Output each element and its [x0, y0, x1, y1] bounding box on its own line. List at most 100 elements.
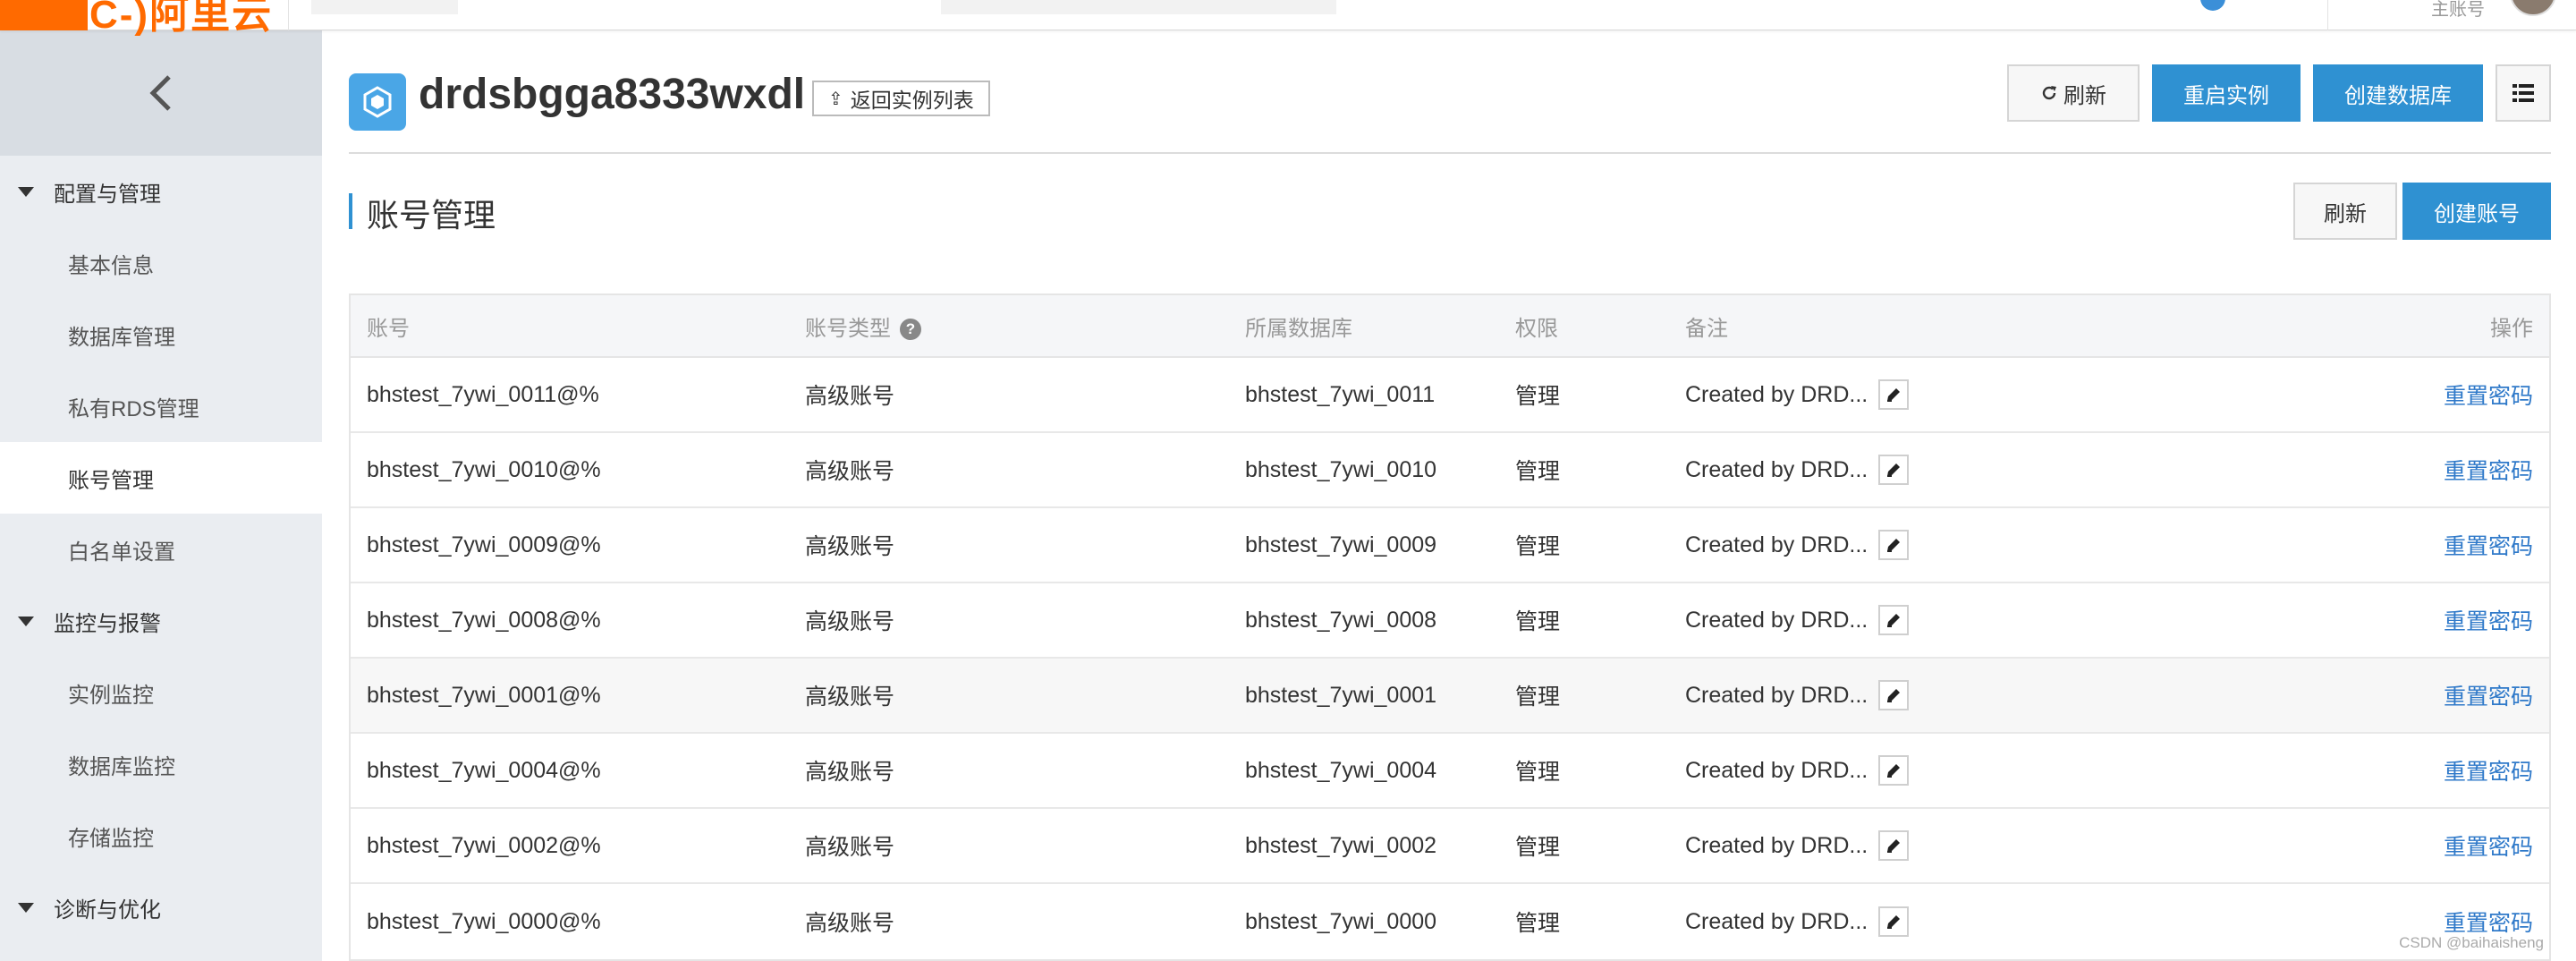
reset-password-link[interactable]: 重置密码 — [2444, 454, 2533, 486]
database-cell: bhstest_7ywi_0002 — [1245, 832, 1437, 858]
drds-instance-icon — [349, 73, 406, 131]
sidebar-item-database-monitor[interactable]: 数据库监控 — [0, 728, 322, 800]
edit-note-button[interactable] — [1878, 906, 1910, 937]
restart-instance-button[interactable]: 重启实例 — [2152, 64, 2301, 122]
account-type-cell: 高级账号 — [805, 384, 895, 409]
section-title: 账号管理 — [367, 197, 496, 234]
note-cell: Created by DRD... — [1685, 530, 1910, 560]
sidebar-group-label: 监控与报警 — [54, 611, 161, 636]
edit-note-button[interactable] — [1878, 379, 1910, 410]
column-header-account: 账号 — [367, 316, 410, 341]
reset-password-link[interactable]: 重置密码 — [2444, 754, 2533, 787]
permission-cell: 管理 — [1515, 911, 1561, 936]
topbar-menu-field[interactable] — [311, 0, 458, 14]
table-header: 账号 账号类型? 所属数据库 权限 备注 操作 — [351, 295, 2549, 358]
account-type-label: 主账号 — [2431, 0, 2485, 20]
table-row: bhstest_7ywi_0000@% 高级账号 bhstest_7ywi_0000… — [351, 884, 2549, 959]
note-text: Created by DRD... — [1685, 532, 1868, 557]
database-cell: bhstest_7ywi_0008 — [1245, 607, 1437, 633]
sidebar-item-whitelist[interactable]: 白名单设置 — [0, 514, 322, 585]
account-type-cell: 高级账号 — [805, 835, 895, 860]
topbar-divider — [2327, 0, 2328, 30]
sidebar-item-basic-info[interactable]: 基本信息 — [0, 227, 322, 299]
back-to-instance-list-button[interactable]: ⇪ 返回实例列表 — [812, 81, 990, 116]
sidebar-group-label: 诊断与优化 — [54, 897, 161, 923]
top-navbar: C-)阿里云 主账号 — [0, 0, 2576, 37]
note-cell: Created by DRD... — [1685, 830, 1910, 861]
create-database-button[interactable]: 创建数据库 — [2313, 64, 2483, 122]
pencil-icon — [1887, 539, 1901, 552]
refresh-label: 刷新 — [2063, 83, 2106, 108]
table-row: bhstest_7ywi_0008@% 高级账号 bhstest_7ywi_0008… — [351, 583, 2549, 659]
sidebar-group-label: 配置与管理 — [54, 182, 161, 207]
account-type-cell: 高级账号 — [805, 609, 895, 634]
column-header-permission: 权限 — [1515, 316, 1558, 341]
pencil-icon — [1887, 614, 1901, 627]
main-content: drdsbgga8333wxdl ⇪ 返回实例列表 刷新 重启实例 创建数据库 … — [322, 30, 2576, 961]
refresh-instance-button[interactable]: 刷新 — [2007, 64, 2140, 122]
more-menu-button[interactable] — [2496, 64, 2551, 122]
edit-note-button[interactable] — [1878, 755, 1910, 786]
reset-password-link[interactable]: 重置密码 — [2444, 906, 2533, 938]
back-label: 返回实例列表 — [850, 89, 974, 112]
sidebar-item-account-management[interactable]: 账号管理 — [0, 442, 322, 514]
sidebar-item-database-management[interactable]: 数据库管理 — [0, 299, 322, 370]
note-cell: Created by DRD... — [1685, 605, 1910, 635]
section-accent — [349, 193, 352, 229]
table-row: bhstest_7ywi_0004@% 高级账号 bhstest_7ywi_0004… — [351, 734, 2549, 809]
sidebar-collapse-button[interactable] — [0, 30, 322, 156]
column-header-database: 所属数据库 — [1245, 316, 1352, 341]
sidebar-group-config[interactable]: 配置与管理 — [0, 156, 322, 227]
reset-password-link[interactable]: 重置密码 — [2444, 829, 2533, 862]
column-header-type: 账号类型? — [805, 310, 921, 342]
note-cell: Created by DRD... — [1685, 755, 1910, 786]
create-account-button[interactable]: 创建账号 — [2402, 183, 2551, 240]
pencil-icon — [1887, 839, 1901, 853]
pencil-icon — [1887, 689, 1901, 702]
pencil-icon — [1887, 388, 1901, 402]
refresh-accounts-button[interactable]: 刷新 — [2293, 183, 2397, 240]
reset-password-link[interactable]: 重置密码 — [2444, 604, 2533, 636]
console-home-button[interactable] — [0, 0, 88, 30]
edit-note-button[interactable] — [1878, 680, 1910, 710]
notification-icon[interactable] — [2200, 0, 2225, 11]
permission-cell: 管理 — [1515, 685, 1561, 710]
sidebar-group-monitoring[interactable]: 监控与报警 — [0, 585, 322, 657]
edit-note-button[interactable] — [1878, 830, 1910, 861]
account-cell: bhstest_7ywi_0010@% — [367, 456, 601, 482]
edit-note-button[interactable] — [1878, 530, 1910, 560]
sidebar-group-diagnosis[interactable]: 诊断与优化 — [0, 872, 322, 943]
topbar-search-input[interactable] — [941, 0, 1336, 14]
column-header-note: 备注 — [1685, 316, 1728, 341]
account-cell: bhstest_7ywi_0001@% — [367, 682, 601, 708]
avatar[interactable] — [2510, 0, 2556, 16]
pencil-icon — [1887, 764, 1901, 778]
topbar-divider — [288, 0, 289, 30]
table-row: bhstest_7ywi_0002@% 高级账号 bhstest_7ywi_0002… — [351, 809, 2549, 884]
pencil-icon — [1887, 915, 1901, 929]
aliyun-logo[interactable]: C-)阿里云 — [89, 0, 273, 39]
account-type-cell: 高级账号 — [805, 911, 895, 936]
reset-password-link[interactable]: 重置密码 — [2444, 378, 2533, 411]
sidebar-item-storage-monitor[interactable]: 存储监控 — [0, 800, 322, 872]
sidebar-item-private-rds[interactable]: 私有RDS管理 — [0, 370, 322, 442]
chevron-left-icon — [149, 75, 171, 111]
account-cell: bhstest_7ywi_0000@% — [367, 908, 601, 934]
database-cell: bhstest_7ywi_0010 — [1245, 456, 1437, 482]
reset-password-link[interactable]: 重置密码 — [2444, 529, 2533, 561]
edit-note-button[interactable] — [1878, 605, 1910, 635]
note-cell: Created by DRD... — [1685, 455, 1910, 485]
database-cell: bhstest_7ywi_0009 — [1245, 532, 1437, 557]
account-type-cell: 高级账号 — [805, 760, 895, 785]
permission-cell: 管理 — [1515, 459, 1561, 484]
sidebar-item-instance-monitor[interactable]: 实例监控 — [0, 657, 322, 728]
account-cell: bhstest_7ywi_0009@% — [367, 532, 601, 557]
reset-password-link[interactable]: 重置密码 — [2444, 679, 2533, 711]
help-icon[interactable]: ? — [900, 319, 921, 341]
note-text: Created by DRD... — [1685, 682, 1868, 708]
note-cell: Created by DRD... — [1685, 680, 1910, 710]
watermark: CSDN @baihaisheng — [2399, 934, 2544, 951]
edit-note-button[interactable] — [1878, 455, 1910, 485]
database-cell: bhstest_7ywi_0011 — [1245, 381, 1436, 407]
database-cell: bhstest_7ywi_0004 — [1245, 757, 1437, 783]
